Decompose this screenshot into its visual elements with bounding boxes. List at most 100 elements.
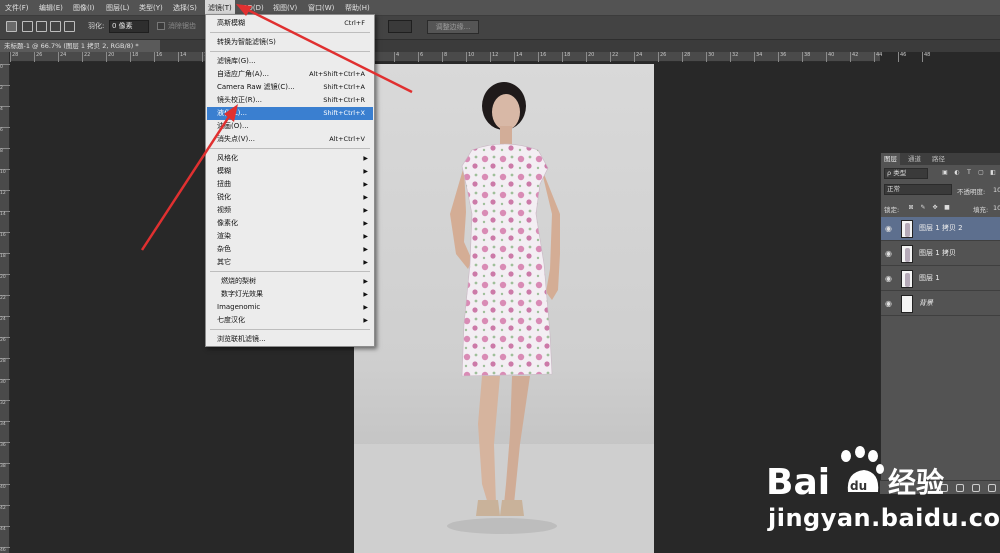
subtract-selection-icon[interactable] <box>36 21 47 32</box>
menu-item-imagenomic[interactable]: Imagenomic ▶ <box>207 301 373 314</box>
document-tab[interactable]: 未标题-1 @ 66.7% (图层 1 拷贝 2, RGB/8) * <box>0 40 160 52</box>
eye-icon[interactable]: ◉ <box>885 274 895 284</box>
ruler-tick-label: 8 <box>0 148 10 154</box>
lock-all-icon[interactable]: ■ <box>943 204 951 212</box>
submenu-arrow-icon: ▶ <box>363 259 368 266</box>
menu-item-burning-pear[interactable]: 燃烧的梨树 ▶ <box>207 275 373 288</box>
menu-item-adaptive-wide-angle[interactable]: 自适应广角(A)... Alt+Shift+Ctrl+A <box>207 68 373 81</box>
ruler-tick-label: 42 <box>850 52 858 62</box>
du-letter: du <box>850 479 867 493</box>
menu-item-label: 液化(L)... <box>217 109 248 117</box>
ruler-tick-label: 14 <box>178 52 186 62</box>
menu-item-label: 浏览联机滤镜... <box>217 335 266 343</box>
menu-item-qidu-hanhua[interactable]: 七度汉化 ▶ <box>207 314 373 327</box>
menu-item-label: 镜头校正(R)... <box>217 96 263 104</box>
brand-cn-text: 经验 <box>888 466 944 499</box>
menu-item-camera-raw[interactable]: Camera Raw 滤镜(C)... Shift+Ctrl+A <box>207 81 373 94</box>
layer-row[interactable]: ◉ 图层 1 <box>881 267 1000 291</box>
menu-item-vanishing-point[interactable]: 消失点(V)... Alt+Ctrl+V <box>207 133 373 146</box>
menu-item-render[interactable]: 渲染 ▶ <box>207 230 373 243</box>
menu-item-lens-correction[interactable]: 镜头校正(R)... Shift+Ctrl+R <box>207 94 373 107</box>
menu-item-pixelate[interactable]: 像素化 ▶ <box>207 217 373 230</box>
document-tab-bar: 未标题-1 @ 66.7% (图层 1 拷贝 2, RGB/8) * <box>0 40 1000 52</box>
intersect-selection-icon-2[interactable] <box>64 21 75 32</box>
ruler-tick-label: 6 <box>418 52 423 62</box>
menu-item-distort[interactable]: 扭曲 ▶ <box>207 178 373 191</box>
submenu-arrow-icon: ▶ <box>363 233 368 240</box>
layer-thumbnail <box>901 270 913 288</box>
menu-item-liquify[interactable]: 液化(L)... Shift+Ctrl+X <box>207 107 373 120</box>
tab-layers[interactable]: 图层 <box>881 153 900 165</box>
filter-shape-icon[interactable]: ▢ <box>977 169 985 177</box>
antialias-checkbox[interactable] <box>157 22 165 30</box>
ruler-tick-label: 18 <box>0 253 10 259</box>
menu-item-sharpen[interactable]: 锐化 ▶ <box>207 191 373 204</box>
eye-icon[interactable]: ◉ <box>885 299 895 309</box>
filter-smart-icon[interactable]: ◧ <box>989 169 997 177</box>
menu-item-oil-paint[interactable]: 油画(O)... <box>207 120 373 133</box>
menu-layer[interactable]: 图层(L) <box>103 0 132 16</box>
menu-separator <box>210 148 370 149</box>
ruler-tick-label: 44 <box>874 52 882 62</box>
menu-item-label: 七度汉化 <box>217 316 245 324</box>
menu-item-blur[interactable]: 模糊 ▶ <box>207 165 373 178</box>
eye-icon[interactable]: ◉ <box>885 249 895 259</box>
layer-kind-filter[interactable]: ρ 类型 <box>884 168 928 179</box>
tab-channels[interactable]: 通道 <box>905 153 924 165</box>
intersect-selection-icon[interactable] <box>50 21 61 32</box>
ruler-tick-label: 40 <box>826 52 834 62</box>
ruler-tick-label: 0 <box>0 64 10 70</box>
opacity-value[interactable]: 10 <box>993 186 1000 194</box>
opacity-label: 不透明度: <box>957 188 986 196</box>
menu-item-filter-gallery[interactable]: 滤镜库(G)... <box>207 55 373 68</box>
menu-image[interactable]: 图像(I) <box>70 0 98 16</box>
photo-canvas[interactable] <box>354 64 654 553</box>
new-selection-icon[interactable] <box>6 21 17 32</box>
menu-item-label: 消失点(V)... <box>217 135 255 143</box>
lock-transparency-icon[interactable]: ⊠ <box>907 204 915 212</box>
menu-item-label: 数字灯光效果 <box>221 290 263 298</box>
ruler-tick-label: 6 <box>0 127 10 133</box>
menu-edit[interactable]: 编辑(E) <box>36 0 66 16</box>
menu-file[interactable]: 文件(F) <box>2 0 32 16</box>
layer-row[interactable]: ◉ 图层 1 拷贝 <box>881 242 1000 266</box>
eye-icon[interactable]: ◉ <box>885 224 895 234</box>
ruler-tick-label: 46 <box>0 547 10 553</box>
refine-edge-button[interactable]: 调整边缘... <box>427 20 479 34</box>
menu-item-label: 渲染 <box>217 232 231 240</box>
layer-name: 图层 1 <box>919 274 940 282</box>
menu-select[interactable]: 选择(S) <box>170 0 200 16</box>
blend-mode-select[interactable]: 正常 <box>884 184 952 195</box>
lock-image-icon[interactable]: ✎ <box>919 204 927 212</box>
lock-position-icon[interactable]: ✥ <box>931 204 939 212</box>
submenu-arrow-icon: ▶ <box>363 246 368 253</box>
layer-row[interactable]: ◉ 背景 <box>881 292 1000 316</box>
tab-paths[interactable]: 路径 <box>929 153 948 165</box>
menu-item-other[interactable]: 其它 ▶ <box>207 256 373 269</box>
filter-adjustment-icon[interactable]: ◐ <box>953 169 961 177</box>
submenu-arrow-icon: ▶ <box>363 304 368 311</box>
filter-pixel-icon[interactable]: ▣ <box>941 169 949 177</box>
menu-item-label: 模糊 <box>217 167 231 175</box>
menu-type[interactable]: 类型(Y) <box>136 0 166 16</box>
menu-item-digital-lighting[interactable]: 数字灯光效果 ▶ <box>207 288 373 301</box>
filter-type-icon[interactable]: T <box>965 169 973 177</box>
menu-item-stylize[interactable]: 风格化 ▶ <box>207 152 373 165</box>
ruler-tick-label: 26 <box>658 52 666 62</box>
menu-item-browse-online-filters[interactable]: 浏览联机滤镜... <box>207 333 373 346</box>
ruler-tick-label: 24 <box>58 52 66 62</box>
menu-item-gaussian-blur[interactable]: 高斯模糊 Ctrl+F <box>207 17 373 30</box>
ruler-tick-label: 22 <box>610 52 618 62</box>
menu-item-convert-smart-filter[interactable]: 转换为智能滤镜(S) <box>207 36 373 49</box>
menu-item-video[interactable]: 视频 ▶ <box>207 204 373 217</box>
ruler-tick-label: 32 <box>730 52 738 62</box>
layer-name: 背景 <box>919 299 933 307</box>
feather-input[interactable]: 0 像素 <box>109 20 149 33</box>
ruler-tick-label: 8 <box>442 52 447 62</box>
fill-value[interactable]: 10 <box>993 204 1000 212</box>
ruler-tick-label: 22 <box>0 295 10 301</box>
height-field[interactable] <box>388 20 412 33</box>
menu-item-noise[interactable]: 杂色 ▶ <box>207 243 373 256</box>
add-selection-icon[interactable] <box>22 21 33 32</box>
layer-row[interactable]: ◉ 图层 1 拷贝 2 <box>881 217 1000 241</box>
